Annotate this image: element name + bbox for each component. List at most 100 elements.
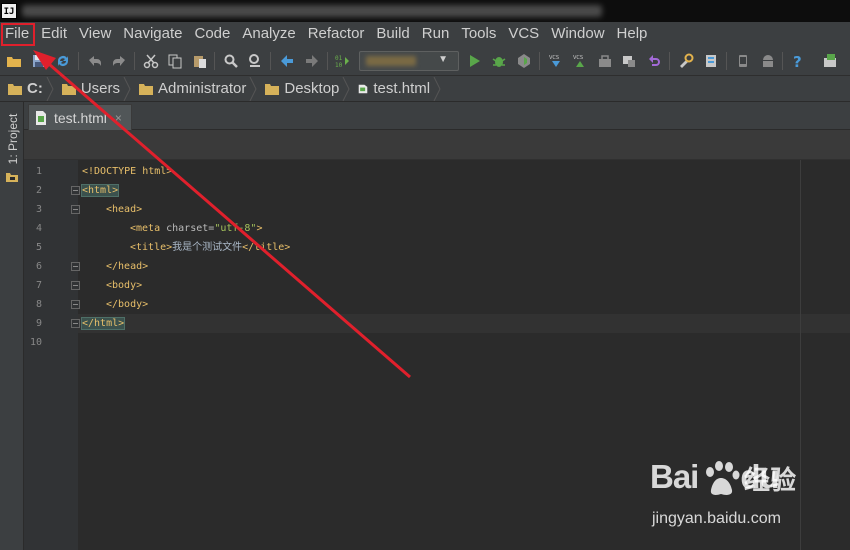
line-number: 9 [35,318,42,329]
menu-run[interactable]: Run [416,22,456,46]
menu-tools[interactable]: Tools [455,22,502,46]
menu-refactor[interactable]: Refactor [302,22,371,46]
menu-navigate[interactable]: Navigate [117,22,188,46]
line-number: 10 [29,337,42,348]
head-open-tag: <head> [106,204,143,215]
find-icon[interactable] [221,51,241,71]
redo-icon[interactable] [109,51,129,71]
toolbar-separator [134,52,135,70]
html-file-icon [359,84,368,93]
code-line: </head> [106,257,148,276]
help-icon[interactable]: ? [788,51,808,71]
project-tool-window-tab[interactable]: 1: Project [1,106,23,182]
toolbar-separator [270,52,271,70]
open-folder-icon[interactable] [4,51,24,71]
folder-icon [139,83,153,95]
menu-build[interactable]: Build [370,22,415,46]
toolbar-separator [539,52,540,70]
vcs-update-icon[interactable]: VCS [546,51,566,71]
menu-code[interactable]: Code [188,22,236,46]
svg-text:10: 10 [335,62,343,69]
line-number: 7 [35,280,42,291]
forward-icon[interactable] [302,51,322,71]
svg-text:01: 01 [335,55,343,62]
meta-attribute-value: "utf-8" [214,223,257,234]
breadcrumb-item-file[interactable]: test.html [350,76,441,101]
menu-analyze[interactable]: Analyze [236,22,301,46]
menu-window[interactable]: Window [545,22,610,46]
breadcrumb-item-users[interactable]: Users [54,76,131,101]
avd-manager-icon[interactable] [733,51,753,71]
toolbar-separator [327,52,328,70]
terminal-icon[interactable] [820,51,840,71]
fold-marker-icon[interactable] [71,262,80,271]
toolbar-separator [214,52,215,70]
code-line: </html> [80,314,126,333]
fold-marker-icon[interactable] [71,205,80,214]
line-number: 2 [35,185,42,196]
replace-icon[interactable] [245,51,265,71]
folder-icon [265,83,280,95]
editor-tab-label: test.html [54,109,107,126]
vcs-compare-icon[interactable] [595,51,615,71]
breadcrumb-item-administrator[interactable]: Administrator [131,76,257,101]
make-project-icon[interactable]: 01 10 [333,51,353,71]
code-line: <html> [80,181,120,200]
menu-vcs[interactable]: VCS [502,22,545,46]
breadcrumb-label: Users [80,80,120,97]
breadcrumb-label: Administrator [158,80,247,97]
settings-icon[interactable] [676,51,696,71]
breadcrumb-item-desktop[interactable]: Desktop [257,76,350,101]
breadcrumb-item-drive[interactable]: C: [0,76,54,101]
toolbar-separator [726,52,727,70]
html-file-icon [36,110,46,125]
folder-icon [8,83,22,95]
breadcrumb-label: C: [27,80,43,97]
vcs-history-icon[interactable] [619,51,639,71]
watermark-brand-text: 经验 [744,466,797,496]
fold-marker-icon[interactable] [71,300,80,309]
close-icon[interactable]: × [115,111,122,125]
title-bar: IJ [0,0,850,22]
blurred-run-configuration-name [366,56,416,66]
menu-edit[interactable]: Edit [35,22,73,46]
folder-icon [61,83,76,95]
back-icon[interactable] [277,51,297,71]
save-icon[interactable] [29,51,49,71]
sync-icon[interactable] [53,51,73,71]
menu-help[interactable]: Help [611,22,654,46]
fold-marker-icon[interactable] [71,186,80,195]
line-number: 6 [35,261,42,272]
blurred-window-title [22,5,602,17]
run-icon[interactable] [465,51,485,71]
editor-header-strip [24,130,850,160]
android-sdk-icon[interactable] [758,51,778,71]
code-line: <title>我是个测试文件</title> [130,238,290,257]
vcs-commit-icon[interactable]: VCS [570,51,590,71]
code-line: <head> [106,200,142,219]
menu-view[interactable]: View [73,22,117,46]
run-configuration-dropdown[interactable]: ▼ [359,51,459,71]
undo-icon[interactable] [85,51,105,71]
code-line: <!DOCTYPE html> [82,162,172,181]
fold-marker-icon[interactable] [71,281,80,290]
watermark-url: jingyan.baidu.com [652,510,781,527]
copy-icon[interactable] [165,51,185,71]
intellij-logo-icon: IJ [1,3,17,19]
paste-icon[interactable] [190,51,210,71]
vcs-revert-icon[interactable] [644,51,664,71]
menu-bar: File Edit View Navigate Code Analyze Ref… [0,22,850,46]
body-close-tag: </body> [106,299,149,310]
editor-tab-bar: test.html × [24,102,850,130]
left-tool-strip: 1: Project [0,102,24,550]
editor-tab-test-html[interactable]: test.html × [28,104,132,130]
cut-icon[interactable] [141,51,161,71]
body-open-tag: <body> [106,280,143,291]
coverage-icon[interactable] [514,51,534,71]
project-structure-icon[interactable] [701,51,721,71]
breadcrumb-label: Desktop [284,80,340,97]
main-toolbar: 01 10 ▼ VCS VCS ? [0,46,850,76]
html-close-tag: </html> [80,317,126,330]
debug-icon[interactable] [489,51,509,71]
fold-marker-icon[interactable] [71,319,80,328]
